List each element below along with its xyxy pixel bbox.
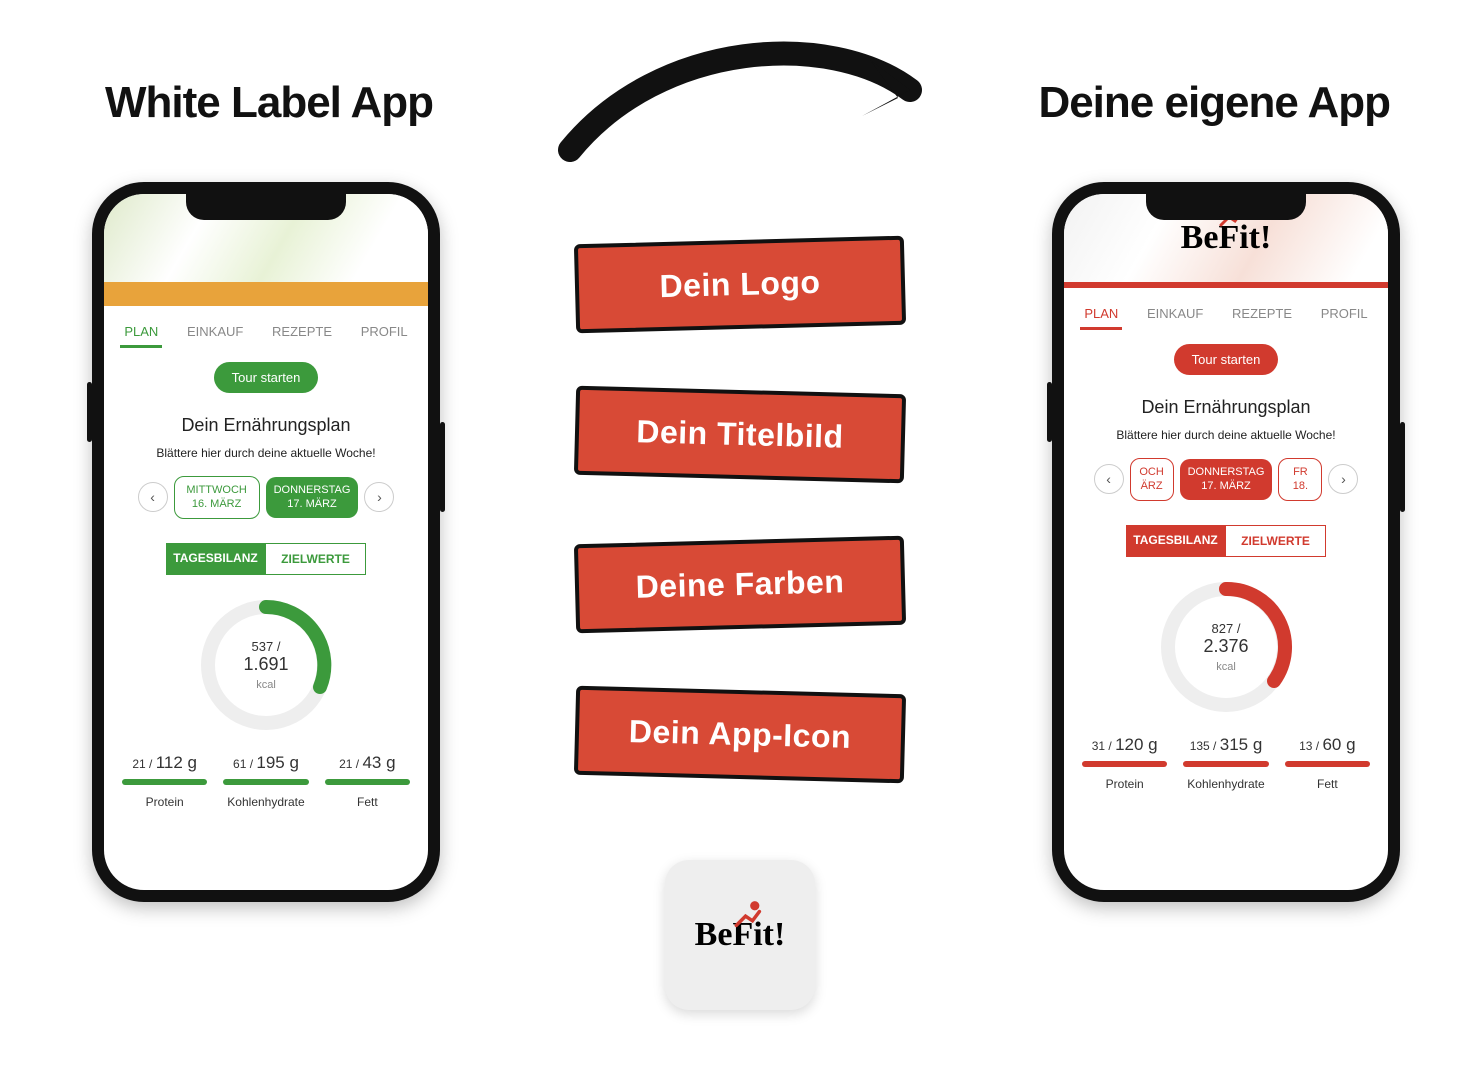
section-subtitle: Blättere hier durch deine aktuelle Woche… (1064, 428, 1388, 442)
segment-zielwerte[interactable]: ZIELWERTE (265, 543, 366, 575)
macro-cur: 31 / (1092, 739, 1112, 753)
calorie-gauge: 537 / 1.691 kcal (196, 595, 336, 735)
gauge-unit: kcal (256, 679, 276, 691)
day-pill-wednesday[interactable]: MITTWOCH 16. MÄRZ (174, 476, 260, 519)
macro-carbs: 135 / 315 g Kohlenhydrate (1175, 735, 1276, 791)
day-name: MITTWOCH (183, 483, 251, 497)
macro-protein: 21 / 112 g Protein (114, 753, 215, 809)
day-date: 17. MÄRZ (1188, 479, 1265, 493)
macro-label: Protein (114, 795, 215, 809)
macro-fat: 13 / 60 g Fett (1277, 735, 1378, 791)
segment-tagesbilanz[interactable]: TAGESBILANZ (1126, 525, 1225, 557)
macro-cur: 21 / (339, 757, 359, 771)
day-name: OCH (1139, 465, 1165, 479)
calorie-gauge: 827 / 2.376 kcal (1156, 577, 1296, 717)
hero-brand-logo: BeFit! (1181, 219, 1272, 257)
gauge-unit: kcal (1216, 661, 1236, 673)
macros-row: 21 / 112 g Protein 61 / 195 g Kohlenhydr… (104, 753, 428, 809)
macro-tot: 315 g (1220, 735, 1263, 754)
heading-own-app: Deine eigene App (1038, 78, 1390, 128)
tab-einkauf[interactable]: EINKAUF (1143, 300, 1207, 330)
day-pill-prev[interactable]: OCH ÄRZ (1130, 458, 1174, 501)
macro-label: Fett (1277, 777, 1378, 791)
next-day-button[interactable]: › (1328, 464, 1358, 494)
phone-white-label: PLAN EINKAUF REZEPTE PROFIL Tour starten… (92, 182, 440, 902)
day-selector: ‹ OCH ÄRZ DONNERSTAG 17. MÄRZ FR 18. › (1064, 458, 1388, 501)
badge-farben: Deine Farben (574, 536, 906, 634)
macro-cur: 61 / (233, 757, 253, 771)
badge-app-icon: Dein App-Icon (574, 686, 906, 784)
badge-titelbild: Dein Titelbild (574, 386, 906, 484)
gauge-target: 1.691 (243, 654, 288, 675)
macro-bar (1183, 761, 1268, 767)
day-pill-thursday[interactable]: DONNERSTAG 17. MÄRZ (1180, 459, 1273, 500)
section-title: Dein Ernährungsplan (104, 415, 428, 436)
day-date: 17. MÄRZ (274, 497, 351, 511)
macro-bar (223, 779, 308, 785)
day-name: DONNERSTAG (274, 483, 351, 497)
macro-tot: 120 g (1115, 735, 1158, 754)
app-icon-tile: BeFit! (665, 860, 815, 1010)
segment-zielwerte[interactable]: ZIELWERTE (1225, 525, 1326, 557)
macro-tot: 112 g (156, 753, 197, 772)
heading-white-label: White Label App (105, 78, 433, 128)
gauge-target: 2.376 (1203, 636, 1248, 657)
macro-protein: 31 / 120 g Protein (1074, 735, 1175, 791)
tab-plan[interactable]: PLAN (1080, 300, 1122, 330)
macro-bar (122, 779, 207, 785)
macro-carbs: 61 / 195 g Kohlenhydrate (215, 753, 316, 809)
macro-label: Kohlenhydrate (215, 795, 316, 809)
macro-tot: 60 g (1322, 735, 1355, 754)
gauge-current: 537 / (252, 639, 281, 654)
runner-icon (731, 900, 767, 930)
macro-bar (1285, 761, 1370, 767)
macro-label: Kohlenhydrate (1175, 777, 1276, 791)
segment-control: TAGESBILANZ ZIELWERTE (1126, 525, 1326, 557)
notice-strip (104, 282, 428, 306)
prev-day-button[interactable]: ‹ (138, 482, 168, 512)
arrow-icon (540, 20, 960, 170)
day-pill-thursday[interactable]: DONNERSTAG 17. MÄRZ (266, 477, 359, 518)
phone-notch (186, 194, 346, 220)
tab-plan[interactable]: PLAN (120, 318, 162, 348)
tab-einkauf[interactable]: EINKAUF (183, 318, 247, 348)
gauge-current: 827 / (1212, 621, 1241, 636)
macro-bar (1082, 761, 1167, 767)
day-date: 18. (1287, 479, 1313, 493)
macro-label: Protein (1074, 777, 1175, 791)
macro-label: Fett (317, 795, 418, 809)
section-subtitle: Blättere hier durch deine aktuelle Woche… (104, 446, 428, 460)
prev-day-button[interactable]: ‹ (1094, 464, 1124, 494)
macro-cur: 21 / (132, 757, 152, 771)
tour-start-button[interactable]: Tour starten (1174, 344, 1279, 375)
tab-bar: PLAN EINKAUF REZEPTE PROFIL (1064, 288, 1388, 330)
day-pill-next[interactable]: FR 18. (1278, 458, 1322, 501)
macro-cur: 13 / (1299, 739, 1319, 753)
phone-notch (1146, 194, 1306, 220)
day-selector: ‹ MITTWOCH 16. MÄRZ DONNERSTAG 17. MÄRZ … (104, 476, 428, 519)
day-name: DONNERSTAG (1188, 465, 1265, 479)
next-day-button[interactable]: › (364, 482, 394, 512)
macro-bar (325, 779, 410, 785)
macro-tot: 43 g (362, 753, 395, 772)
macro-cur: 135 / (1190, 739, 1217, 753)
segment-tagesbilanz[interactable]: TAGESBILANZ (166, 543, 265, 575)
tour-start-button[interactable]: Tour starten (214, 362, 319, 393)
tab-profil[interactable]: PROFIL (1317, 300, 1372, 330)
day-date: ÄRZ (1139, 479, 1165, 493)
tab-profil[interactable]: PROFIL (357, 318, 412, 348)
app-icon-logo: BeFit! (695, 916, 786, 954)
tab-rezepte[interactable]: REZEPTE (1228, 300, 1296, 330)
segment-control: TAGESBILANZ ZIELWERTE (166, 543, 366, 575)
macro-tot: 195 g (256, 753, 299, 772)
macro-fat: 21 / 43 g Fett (317, 753, 418, 809)
section-title: Dein Ernährungsplan (1064, 397, 1388, 418)
tab-bar: PLAN EINKAUF REZEPTE PROFIL (104, 306, 428, 348)
badge-logo: Dein Logo (574, 236, 906, 334)
macros-row: 31 / 120 g Protein 135 / 315 g Kohlenhyd… (1064, 735, 1388, 791)
day-name: FR (1287, 465, 1313, 479)
day-date: 16. MÄRZ (183, 497, 251, 511)
phone-branded: BeFit! PLAN EINKAUF REZEPTE PROFIL Tour … (1052, 182, 1400, 902)
tab-rezepte[interactable]: REZEPTE (268, 318, 336, 348)
